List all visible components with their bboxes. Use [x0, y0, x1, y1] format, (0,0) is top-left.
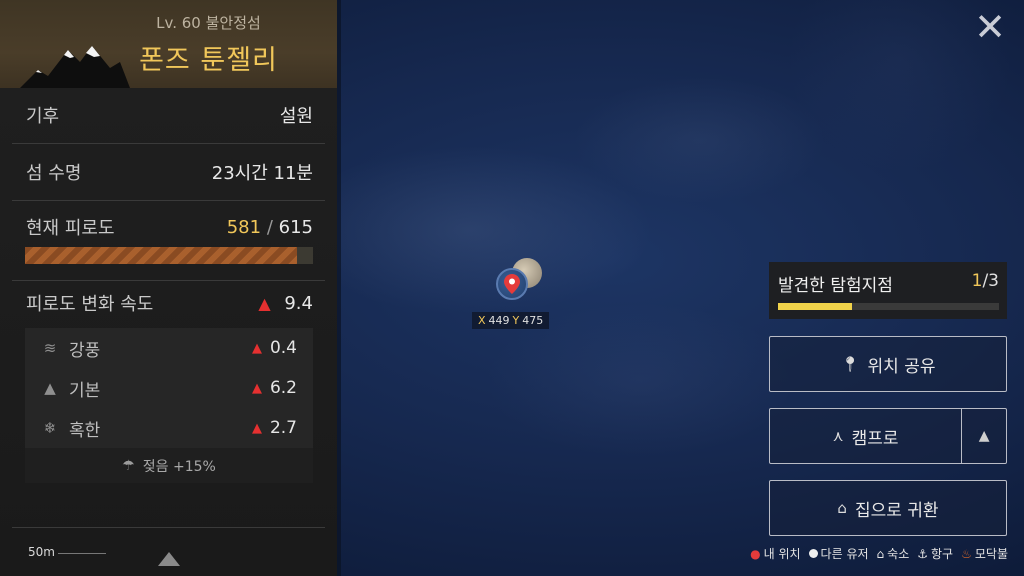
factor-value: 2.7	[269, 418, 297, 438]
y-value: 475	[522, 314, 544, 327]
go-to-camp-button[interactable]: ⋏ 캠프로	[770, 409, 961, 463]
island-info-panel: Lv. 60 불안정섬 폰즈 툰젤리 기후 설원 섬 수명 23시간 11분 현…	[0, 0, 337, 576]
fatigue-rate-row: 피로도 변화 속도 ▲ 9.4	[12, 288, 313, 318]
collapse-panel-icon[interactable]	[158, 552, 180, 566]
factor-value-wrap: ▲ 2.7	[252, 418, 313, 438]
factor-label: 기본	[69, 380, 101, 401]
map-scale-bar	[58, 553, 106, 554]
rate-up-icon: ▲	[258, 293, 271, 313]
fatigue-bar-fill	[25, 247, 298, 264]
snowflake-icon: ❄	[43, 419, 57, 437]
climate-label: 기후	[26, 106, 60, 127]
lifetime-value: 23시간 11분	[211, 163, 313, 184]
legend-label: 모닥불	[974, 547, 1008, 561]
y-axis-label: Y	[512, 314, 520, 327]
rate-up-icon: ▲	[251, 340, 262, 356]
go-to-camp-label: 캠프로	[851, 428, 899, 449]
wind-icon: ≋	[43, 339, 57, 357]
return-home-label: 집으로 귀환	[854, 500, 939, 521]
mountain-icon: ▲	[44, 379, 56, 397]
exploration-bar-fill	[778, 303, 852, 310]
anchor-icon: ⚓︎	[917, 546, 929, 561]
legend-bonfire: ♨ 모닥불	[961, 545, 1008, 562]
coordinate-readout: X 449 Y 475	[472, 312, 550, 329]
wet-status: ☂ 젖음 +15%	[25, 448, 313, 483]
factor-label: 강풍	[69, 340, 101, 361]
location-pin-icon: ●	[750, 546, 761, 561]
climate-value: 설원	[279, 106, 313, 127]
user-dot-icon	[808, 549, 818, 558]
exploration-total: /3	[982, 271, 999, 291]
fatigue-rate-label: 피로도 변화 속도	[26, 294, 154, 315]
tent-icon: ⋏	[832, 427, 844, 445]
camp-mountain-icon: ▲	[978, 428, 990, 444]
fatigue-max: 615	[278, 216, 313, 238]
fatigue-rate-value: 9.4	[284, 292, 313, 314]
location-pin-icon: 📍︎	[840, 355, 860, 373]
factor-value-wrap: ▲ 0.4	[252, 338, 313, 358]
legend-other-users: 다른 유저	[808, 545, 869, 562]
factor-value: 0.4	[269, 338, 297, 358]
close-button[interactable]: ✕	[972, 8, 1008, 46]
wet-icon: ☂	[122, 457, 135, 474]
home-icon: ⌂	[837, 499, 847, 517]
exploration-count: 1/3	[972, 271, 999, 291]
fatigue-rate-value-wrap: ▲ 9.4	[258, 293, 313, 314]
factor-value-wrap: ▲ 6.2	[252, 378, 313, 398]
island-name: 폰즈 툰젤리	[139, 45, 278, 76]
fatigue-row: 현재 피로도 581 / 615	[12, 212, 313, 242]
factor-row: ❄ 혹한 ▲ 2.7	[25, 408, 313, 448]
map-scale-label: 50m	[28, 545, 55, 559]
legend-my-location: ● 내 위치	[750, 545, 800, 562]
fatigue-value: 581 / 615	[227, 217, 313, 238]
divider	[12, 527, 325, 528]
map-legend: ● 내 위치 다른 유저 ⌂ 숙소 ⚓︎ 항구 ♨ 모닥불	[750, 545, 1008, 562]
home-icon: ⌂	[876, 546, 885, 561]
exploration-title: 발견한 탐험지점	[778, 276, 893, 296]
x-axis-label: X	[478, 314, 486, 327]
wet-label: 젖음 +15%	[142, 458, 216, 475]
climate-row: 기후 설원	[12, 100, 313, 130]
fatigue-label: 현재 피로도	[26, 218, 115, 239]
lifetime-label: 섬 수명	[26, 163, 82, 184]
divider	[12, 200, 325, 201]
camp-toggle-button[interactable]: ▲	[961, 409, 1006, 463]
exploration-progress: 발견한 탐험지점 1/3	[769, 262, 1007, 319]
fire-icon: ♨	[961, 546, 972, 561]
fatigue-separator: /	[266, 216, 273, 238]
legend-label: 항구	[931, 547, 954, 561]
campfire-button-group: ⋏ 캠프로 ▲	[769, 408, 1007, 464]
x-value: 449	[488, 314, 510, 327]
factor-row: ≋ 강풍 ▲ 0.4	[25, 328, 313, 368]
rate-up-icon: ▲	[251, 420, 262, 436]
island-header: Lv. 60 불안정섬 폰즈 툰젤리	[0, 0, 337, 88]
lifetime-row: 섬 수명 23시간 11분	[12, 157, 313, 187]
legend-label: 다른 유저	[820, 547, 869, 561]
share-location-label: 위치 공유	[867, 356, 936, 377]
location-pin-icon	[504, 274, 520, 294]
legend-harbor: ⚓︎ 항구	[917, 545, 953, 562]
factor-label: 혹한	[69, 420, 101, 441]
player-marker[interactable]	[496, 258, 544, 306]
return-home-button[interactable]: ⌂ 집으로 귀환	[769, 480, 1007, 536]
my-location-icon	[496, 268, 528, 300]
factor-value: 6.2	[269, 378, 297, 398]
island-level: Lv. 60 불안정섬	[156, 14, 261, 32]
legend-label: 내 위치	[763, 547, 801, 561]
divider	[12, 280, 325, 281]
exploration-current: 1	[971, 271, 983, 291]
legend-label: 숙소	[887, 547, 910, 561]
fatigue-bar	[25, 247, 313, 264]
fatigue-factor-list: ≋ 강풍 ▲ 0.4 ▲ 기본 ▲ 6.2 ❄ 혹한 ▲ 2.7 ☂ 젖음 +15%	[25, 328, 313, 483]
divider	[12, 143, 325, 144]
share-location-button[interactable]: 📍︎ 위치 공유	[769, 336, 1007, 392]
legend-lodging: ⌂ 숙소	[877, 545, 910, 562]
factor-row: ▲ 기본 ▲ 6.2	[25, 368, 313, 408]
fatigue-current: 581	[226, 216, 262, 238]
rate-up-icon: ▲	[251, 380, 262, 396]
exploration-bar	[778, 303, 999, 310]
